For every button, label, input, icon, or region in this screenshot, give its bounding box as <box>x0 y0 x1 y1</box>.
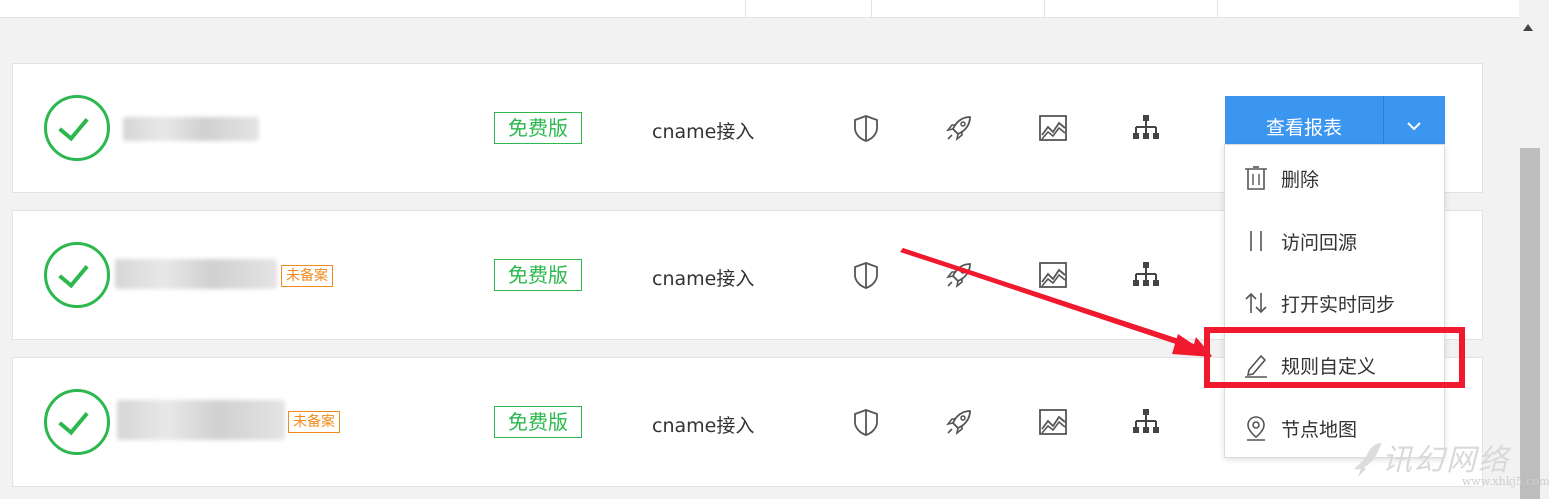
rocket-icon[interactable] <box>944 113 974 143</box>
watermark-text: 讯幻网络 <box>1382 443 1510 478</box>
scroll-up-arrow-icon[interactable] <box>1523 24 1533 31</box>
watermark-url: www.xhkj5.com <box>1462 475 1549 488</box>
rocket-icon[interactable] <box>944 407 974 437</box>
node-tree-icon[interactable] <box>1131 113 1161 143</box>
plan-badge: 免费版 <box>494 259 582 291</box>
menu-item-back-to-origin[interactable]: 访问回源 <box>1225 220 1444 260</box>
rocket-icon[interactable] <box>944 260 974 290</box>
status-ok-icon <box>44 95 110 161</box>
plan-badge: 免费版 <box>494 112 582 144</box>
menu-item-realtime-sync[interactable]: 打开实时同步 <box>1225 282 1444 322</box>
unregistered-badge: 未备案 <box>288 411 340 433</box>
plan-badge: 免费版 <box>494 406 582 438</box>
menu-item-label: 访问回源 <box>1281 232 1358 254</box>
unregistered-badge: 未备案 <box>281 265 333 287</box>
status-ok-icon <box>44 389 110 455</box>
access-mode-label: cname接入 <box>652 268 755 290</box>
stats-chart-icon[interactable] <box>1038 113 1068 143</box>
stats-chart-icon[interactable] <box>1038 260 1068 290</box>
header-divider <box>1217 0 1218 18</box>
node-tree-icon[interactable] <box>1131 407 1161 437</box>
table-header-strip <box>0 0 1519 18</box>
node-tree-icon[interactable] <box>1131 260 1161 290</box>
watermark-bird-logo <box>1354 443 1382 477</box>
access-mode-label: cname接入 <box>652 415 755 437</box>
scrollbar-thumb[interactable] <box>1520 148 1540 499</box>
sync-arrows-icon <box>1243 290 1269 316</box>
trash-icon <box>1243 165 1269 191</box>
domain-name-redacted <box>123 117 259 141</box>
status-ok-icon <box>44 242 110 308</box>
row-actions-menu: 删除 访问回源 打开实时同步 规则自定义 节点地图 <box>1224 144 1445 458</box>
access-mode-label: cname接入 <box>652 121 755 143</box>
shield-icon[interactable] <box>851 407 881 437</box>
map-pin-icon <box>1243 415 1269 441</box>
domain-name-redacted <box>115 259 277 289</box>
menu-item-delete[interactable]: 删除 <box>1225 157 1444 197</box>
header-divider <box>745 0 746 18</box>
back-to-origin-icon <box>1243 228 1269 254</box>
menu-item-label: 删除 <box>1281 169 1320 191</box>
menu-item-label: 打开实时同步 <box>1281 294 1396 316</box>
header-divider <box>871 0 872 18</box>
chevron-down-icon <box>1407 122 1421 131</box>
shield-icon[interactable] <box>851 260 881 290</box>
stats-chart-icon[interactable] <box>1038 407 1068 437</box>
domain-name-redacted <box>117 400 285 440</box>
menu-item-label: 节点地图 <box>1281 419 1358 441</box>
header-divider <box>1044 0 1045 18</box>
annotation-highlight-box <box>1204 327 1465 388</box>
shield-icon[interactable] <box>851 113 881 143</box>
